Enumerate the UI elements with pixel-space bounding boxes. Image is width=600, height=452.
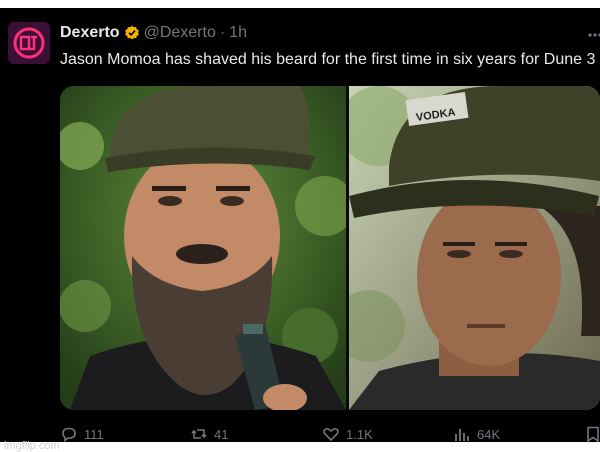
reply-icon	[62, 427, 76, 443]
reply-count: 111	[84, 426, 104, 442]
repost-action[interactable]: 41	[190, 425, 228, 443]
tweet-actions: 111 41 1.1K 64K	[60, 425, 600, 445]
more-options-icon[interactable]	[588, 28, 600, 42]
verified-badge-icon	[124, 25, 139, 40]
bearded-man-photo[interactable]	[60, 86, 355, 410]
view-count: 64K	[477, 426, 501, 442]
bookmark-action[interactable]	[584, 425, 600, 443]
like-action[interactable]: 1.1K	[322, 425, 373, 443]
dexerto-logo-icon	[8, 22, 50, 64]
separator-dot: ·	[219, 24, 226, 41]
repost-icon	[191, 429, 207, 439]
tweet-media[interactable]: VODKA	[60, 86, 600, 410]
tweet-card: Dexerto @Dexerto · 1h Jason Momoa has sh…	[0, 8, 600, 452]
user-handle[interactable]: @Dexerto	[144, 24, 216, 42]
imgflip-watermark: imgflip.com	[4, 440, 60, 452]
views-icon	[455, 429, 469, 441]
timestamp[interactable]: 1h	[229, 24, 247, 42]
tweet-header: Dexerto @Dexerto · 1h	[60, 23, 247, 43]
display-name[interactable]: Dexerto	[60, 24, 120, 42]
tweet-text: Jason Momoa has shaved his beard for the…	[60, 51, 596, 68]
repost-count: 41	[214, 426, 229, 442]
like-count: 1.1K	[346, 426, 373, 442]
reply-action[interactable]: 111	[60, 425, 104, 443]
heart-icon	[323, 427, 339, 442]
avatar[interactable]	[8, 22, 50, 64]
views-action[interactable]: 64K	[453, 425, 500, 443]
clean-shaven-man-photo[interactable]: VODKA	[333, 86, 600, 410]
bookmark-icon	[587, 426, 599, 443]
